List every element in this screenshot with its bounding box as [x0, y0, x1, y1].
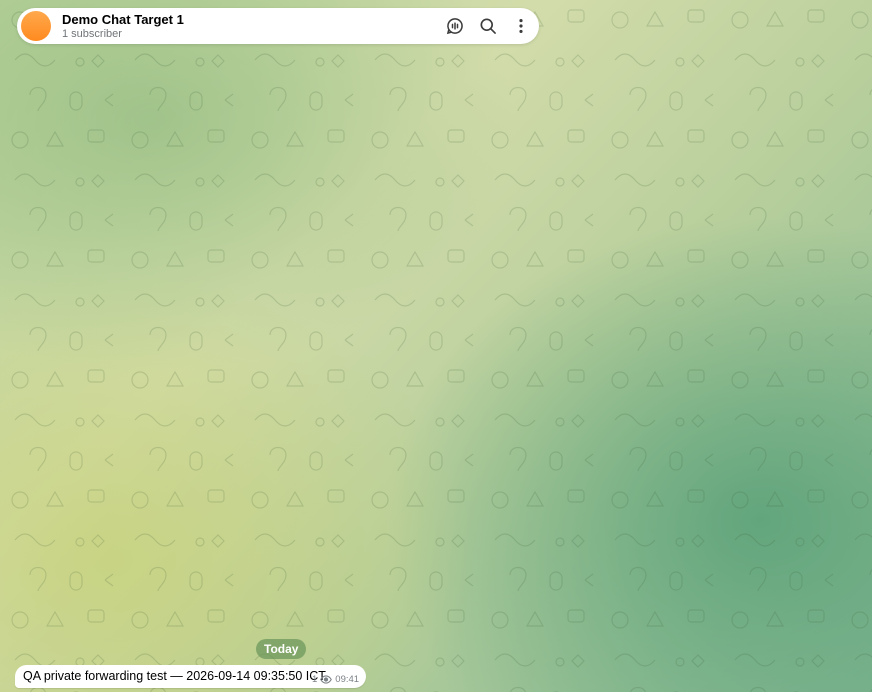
message-meta: 1 09:41 — [312, 674, 359, 685]
more-vertical-icon — [519, 19, 523, 33]
voice-chat-icon — [446, 18, 463, 35]
subscriber-count: 1 subscriber — [62, 28, 122, 40]
date-separator: Today — [256, 639, 307, 659]
message-bubble[interactable]: QA private forwarding test — 2026-09-14 … — [15, 665, 366, 688]
message-text: QA private forwarding test — 2026-09-14 … — [23, 669, 326, 683]
chat-title[interactable]: Demo Chat Target 1 — [62, 12, 184, 27]
message-time: 09:41 — [335, 674, 360, 685]
background-doodle-pattern — [0, 0, 872, 692]
view-count: 1 — [312, 674, 318, 685]
avatar[interactable] — [21, 11, 51, 41]
eye-icon — [320, 675, 333, 684]
more-options-button[interactable] — [509, 14, 533, 38]
search-button[interactable] — [476, 14, 500, 38]
search-icon — [480, 18, 496, 34]
chat-header: Demo Chat Target 1 1 subscriber — [17, 8, 539, 44]
voice-chat-button[interactable] — [443, 14, 467, 38]
